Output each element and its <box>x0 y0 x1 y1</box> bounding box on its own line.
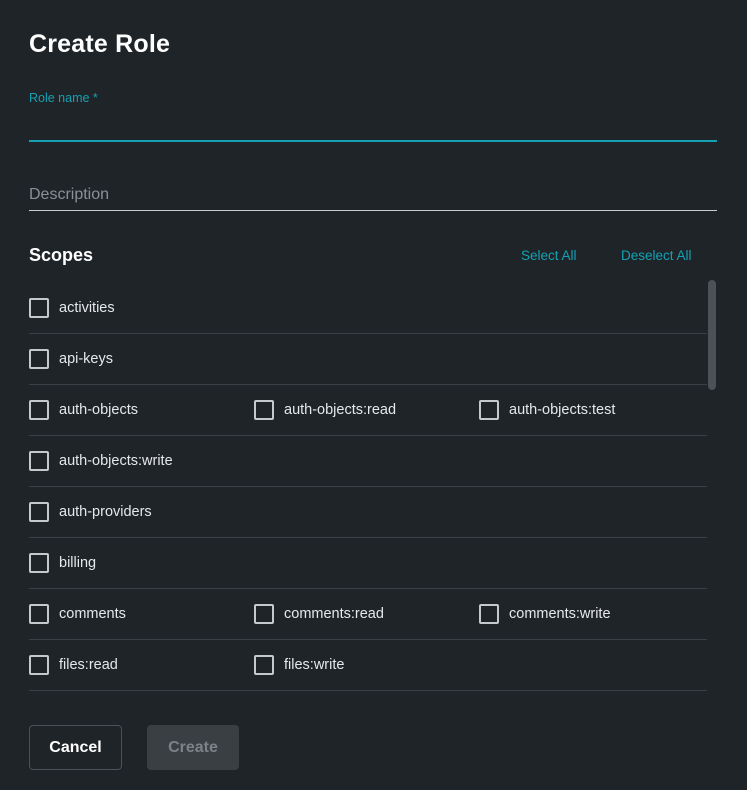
scope-checkbox-item[interactable]: auth-objects:write <box>29 436 173 486</box>
scope-checkbox-item[interactable]: comments <box>29 589 126 639</box>
scope-label: files:read <box>59 657 118 673</box>
scope-list[interactable]: activities api-keys auth-objects auth-objec… <box>29 283 707 705</box>
create-button[interactable]: Create <box>147 725 239 770</box>
scope-checkbox-item[interactable]: auth-providers <box>29 487 152 537</box>
scope-row: files:read files:write <box>29 640 707 691</box>
scope-checkbox-item[interactable]: api-keys <box>29 334 113 384</box>
checkbox-unchecked-icon[interactable] <box>29 604 49 624</box>
scope-row <box>29 691 707 705</box>
dialog-title: Create Role <box>29 30 171 58</box>
scope-checkbox-item[interactable]: auth-objects <box>29 385 138 435</box>
checkbox-unchecked-icon[interactable] <box>479 400 499 420</box>
checkbox-unchecked-icon[interactable] <box>254 400 274 420</box>
scope-label: comments <box>59 606 126 622</box>
scope-checkbox-item[interactable]: auth-objects:read <box>254 385 396 435</box>
scope-label: api-keys <box>59 351 113 367</box>
scope-row: auth-providers <box>29 487 707 538</box>
checkbox-unchecked-icon[interactable] <box>254 655 274 675</box>
checkbox-unchecked-icon[interactable] <box>29 655 49 675</box>
checkbox-unchecked-icon[interactable] <box>29 502 49 522</box>
scope-label: activities <box>59 300 115 316</box>
role-name-input[interactable] <box>29 108 717 142</box>
scope-label: billing <box>59 555 97 571</box>
scope-row: billing <box>29 538 707 589</box>
scopes-heading: Scopes <box>29 245 94 265</box>
scope-label: comments:read <box>284 606 384 622</box>
scope-list-scrollbar-thumb[interactable] <box>708 280 716 390</box>
scope-label: auth-providers <box>59 504 152 520</box>
scope-label: files:write <box>284 657 345 673</box>
checkbox-unchecked-icon[interactable] <box>29 400 49 420</box>
scope-checkbox-item[interactable]: comments:write <box>479 589 611 639</box>
scope-label: comments:write <box>509 606 611 622</box>
deselect-all-button[interactable]: Deselect All <box>621 248 692 263</box>
cancel-button[interactable]: Cancel <box>29 725 122 770</box>
scope-checkbox-item[interactable]: comments:read <box>254 589 384 639</box>
scope-row: auth-objects:write <box>29 436 707 487</box>
scope-checkbox-item[interactable]: files:read <box>29 640 118 690</box>
scope-label: auth-objects:read <box>284 402 397 418</box>
scope-label: auth-objects <box>59 402 138 418</box>
checkbox-unchecked-icon[interactable] <box>29 349 49 369</box>
checkbox-unchecked-icon[interactable] <box>29 553 49 573</box>
scope-checkbox-item[interactable]: auth-objects:test <box>479 385 615 435</box>
role-name-label: Role name * <box>29 91 98 105</box>
scope-row: api-keys <box>29 334 707 385</box>
description-input[interactable] <box>29 180 717 211</box>
scope-label: auth-objects:test <box>509 402 616 418</box>
scope-checkbox-item[interactable]: files:write <box>254 640 344 690</box>
create-role-dialog: Create Role Role name * Scopes Select Al… <box>0 0 747 790</box>
scope-row: comments comments:read comments:write <box>29 589 707 640</box>
select-all-button[interactable]: Select All <box>521 248 577 263</box>
scope-row: auth-objects auth-objects:read auth-object… <box>29 385 707 436</box>
checkbox-unchecked-icon[interactable] <box>29 451 49 471</box>
checkbox-unchecked-icon[interactable] <box>479 604 499 624</box>
scope-checkbox-item[interactable]: activities <box>29 283 115 333</box>
scope-checkbox-item[interactable]: billing <box>29 538 96 588</box>
scope-label: auth-objects:write <box>59 453 173 469</box>
scope-row: activities <box>29 283 707 334</box>
checkbox-unchecked-icon[interactable] <box>254 604 274 624</box>
checkbox-unchecked-icon[interactable] <box>29 298 49 318</box>
